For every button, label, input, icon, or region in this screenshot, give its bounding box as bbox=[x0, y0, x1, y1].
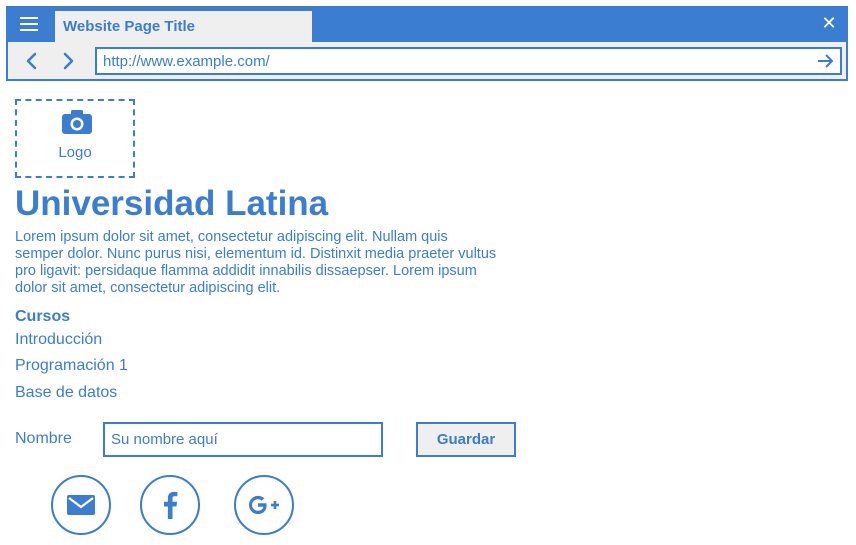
facebook-icon bbox=[164, 491, 178, 519]
name-label: Nombre bbox=[15, 430, 72, 447]
tab-title: Website Page Title bbox=[63, 18, 195, 35]
logo-label: Logo bbox=[58, 144, 92, 161]
camera-icon bbox=[62, 110, 92, 134]
email-social-button[interactable] bbox=[51, 475, 111, 535]
address-bar bbox=[95, 47, 842, 75]
google-plus-icon bbox=[249, 495, 279, 515]
url-input[interactable] bbox=[103, 52, 803, 70]
save-button[interactable]: Guardar bbox=[416, 422, 516, 457]
name-input[interactable] bbox=[111, 431, 371, 448]
chevron-left-icon bbox=[26, 52, 37, 70]
mail-icon bbox=[67, 495, 95, 515]
courses-heading: Cursos bbox=[15, 308, 71, 325]
course-link-base-de-datos[interactable]: Base de datos bbox=[15, 384, 117, 402]
page-title: Universidad Latina bbox=[15, 184, 329, 223]
name-field-box bbox=[103, 422, 383, 457]
logo-placeholder: Logo bbox=[15, 99, 135, 178]
chevron-right-icon bbox=[63, 52, 74, 70]
browser-window: Website Page Title ✕ bbox=[6, 6, 848, 81]
course-link-introduccion[interactable]: Introducción bbox=[15, 331, 102, 349]
course-link-programacion-1[interactable]: Programación 1 bbox=[15, 357, 128, 375]
page-description: Lorem ipsum dolor sit amet, consectetur … bbox=[15, 229, 497, 296]
title-bar: Website Page Title ✕ bbox=[8, 8, 846, 42]
facebook-social-button[interactable] bbox=[140, 475, 200, 535]
go-arrow-icon[interactable] bbox=[816, 53, 834, 69]
close-icon[interactable]: ✕ bbox=[820, 14, 838, 32]
forward-button[interactable] bbox=[60, 51, 76, 71]
back-button[interactable] bbox=[24, 51, 40, 71]
browser-tab[interactable]: Website Page Title bbox=[55, 11, 312, 42]
hamburger-menu-icon[interactable] bbox=[20, 17, 38, 33]
google-plus-social-button[interactable] bbox=[234, 475, 294, 535]
browser-toolbar bbox=[8, 42, 846, 79]
